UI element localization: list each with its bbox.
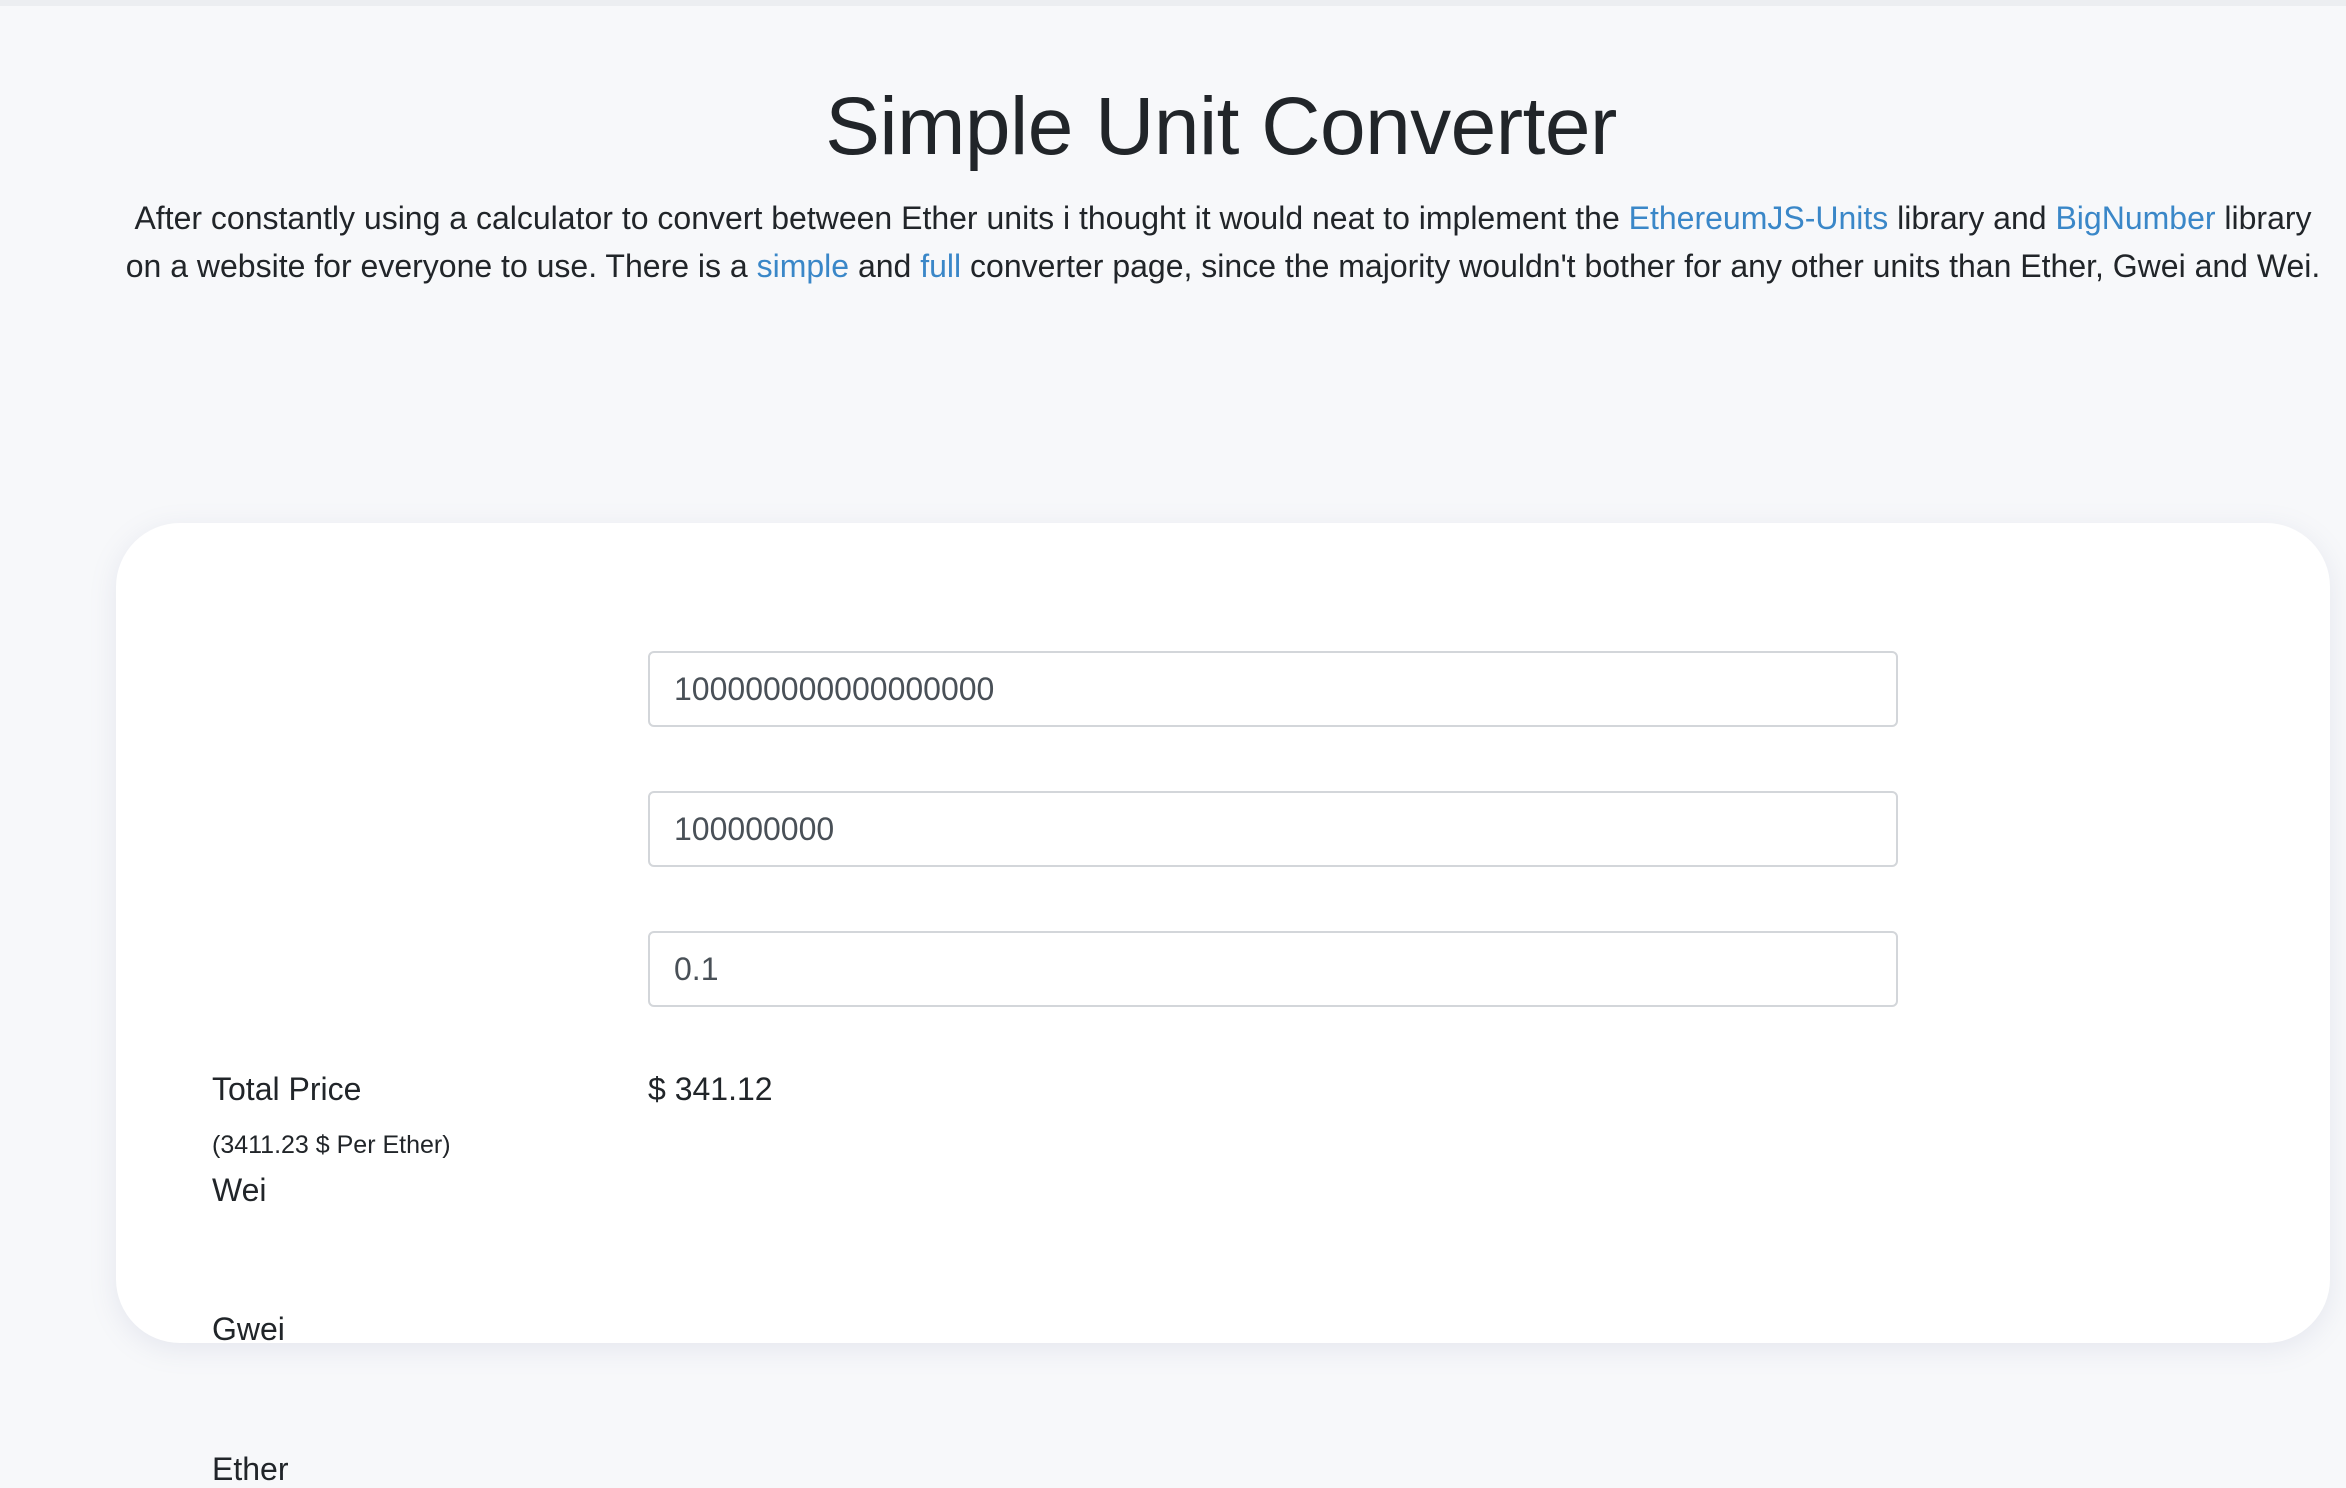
ether-label: Ether bbox=[212, 1451, 289, 1487]
gwei-label: Gwei bbox=[212, 1311, 285, 1347]
wei-label: Wei bbox=[212, 1172, 267, 1208]
ether-input[interactable] bbox=[648, 931, 1898, 1007]
wei-input[interactable] bbox=[648, 651, 1898, 727]
simple-converter-link[interactable]: simple bbox=[757, 248, 849, 284]
price-per-ether: (3411.23 $ Per Ether) bbox=[212, 1131, 451, 1159]
total-price-label: Total Price bbox=[212, 1071, 362, 1107]
ethereumjs-units-link[interactable]: EthereumJS-Units bbox=[1629, 200, 1889, 236]
intro-paragraph: After constantly using a calculator to c… bbox=[118, 194, 2328, 290]
intro-text-1: After constantly using a calculator to c… bbox=[134, 200, 1629, 236]
gwei-input[interactable] bbox=[648, 791, 1898, 867]
intro-text-4: and bbox=[849, 248, 921, 284]
full-converter-link[interactable]: full bbox=[920, 248, 961, 284]
bignumber-link[interactable]: BigNumber bbox=[2055, 200, 2215, 236]
converter-card: Wei Gwei Ether Total Price $ 341.12 (341… bbox=[116, 523, 2330, 1487]
intro-text-2: library and bbox=[1888, 200, 2056, 236]
total-price-value: $ 341.12 bbox=[648, 1071, 773, 1107]
top-bar bbox=[0, 0, 2346, 6]
page-title: Simple Unit Converter bbox=[825, 81, 1617, 172]
intro-text-5: converter page, since the majority would… bbox=[961, 248, 2321, 284]
